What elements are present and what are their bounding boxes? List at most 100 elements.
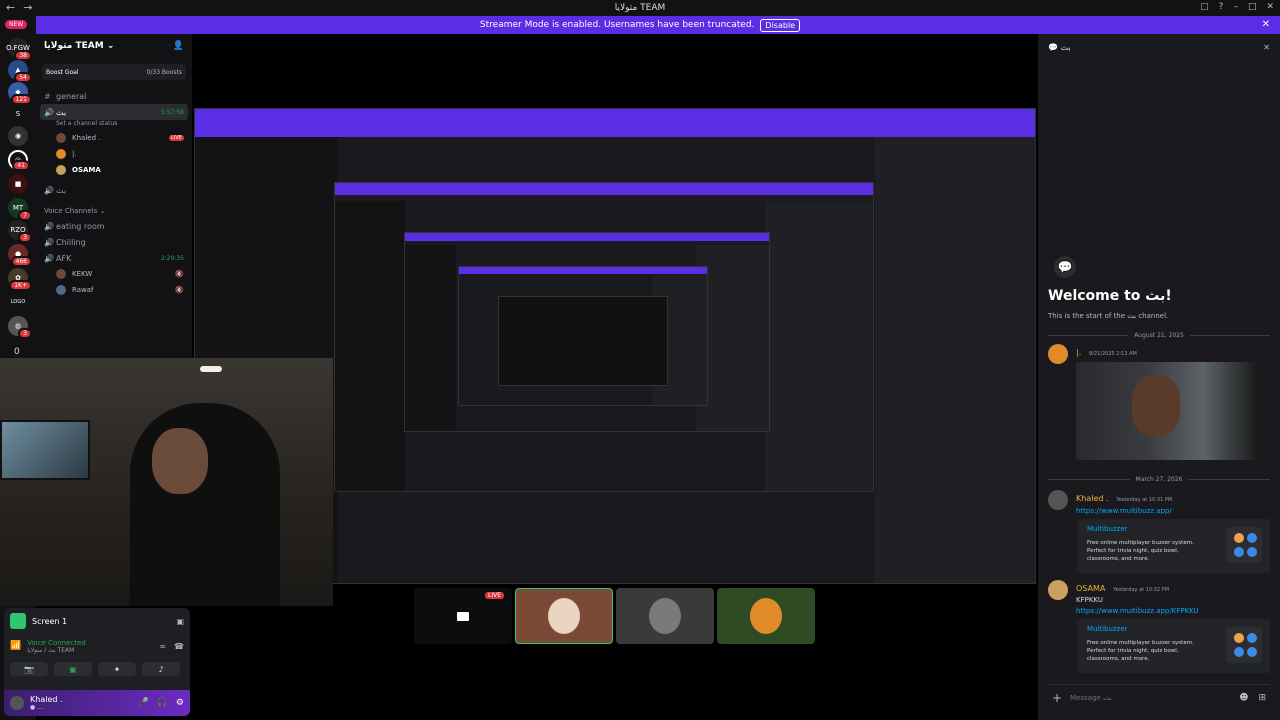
add-member-icon[interactable]: 👤: [173, 41, 184, 51]
message-author[interactable]: OSAMA: [1076, 584, 1105, 593]
voice-user[interactable]: Rawaf 🔇: [36, 282, 192, 298]
server-icon[interactable]: ◎41: [8, 150, 30, 171]
server-icon[interactable]: ✿ 1K+: [8, 268, 32, 291]
noise-suppression-icon[interactable]: ≈: [159, 642, 166, 651]
channel-sidebar: متولايا TEAM ⌄ 👤 Boost Goal 0/33 Boosts …: [36, 34, 192, 358]
screenshot-attachment[interactable]: [1076, 362, 1258, 460]
plus-icon[interactable]: +: [1052, 691, 1062, 705]
camera-button[interactable]: 📷: [10, 662, 48, 676]
voice-action-buttons: 📷 ▣ ✦ ♪: [4, 658, 190, 680]
apps-icon[interactable]: ⊞: [1258, 693, 1266, 703]
chevron-down-icon: ⌄: [103, 41, 115, 51]
close-icon[interactable]: ✕: [1263, 43, 1270, 52]
channel-active-voice[interactable]: 🔊 بث 5:57:56: [40, 104, 188, 120]
soundboard-button[interactable]: ♪: [142, 662, 180, 676]
server-icon[interactable]: ◍ 3: [8, 316, 32, 339]
server-icon[interactable]: ● 466: [8, 244, 32, 267]
avatar[interactable]: [1048, 344, 1068, 364]
screen-share-tile[interactable]: LIVE: [414, 588, 512, 644]
avatar[interactable]: [1048, 580, 1068, 600]
close-window-button[interactable]: ✕: [1266, 2, 1274, 12]
guild-name: متولايا TEAM: [44, 41, 104, 51]
gear-icon[interactable]: ⚙: [176, 698, 184, 708]
emoji-icon[interactable]: ☻: [1239, 693, 1248, 703]
message-link[interactable]: https://www.multibuzz.app/KFPKKU: [1076, 607, 1270, 615]
voice-user[interactable]: KEKW 🔇: [36, 266, 192, 282]
server-icon[interactable]: O.FGW 38: [6, 38, 32, 61]
channel-general[interactable]: # general: [36, 88, 192, 104]
streamer-head: [152, 428, 208, 494]
inbox-icon[interactable]: ▢: [1200, 2, 1209, 12]
minimize-button[interactable]: –: [1233, 2, 1238, 12]
disable-streamer-mode-button[interactable]: Disable: [760, 18, 801, 32]
microphone-icon[interactable]: 🎤: [137, 698, 148, 708]
headphones-icon[interactable]: 🎧: [157, 698, 168, 708]
muted-icon: 🔇: [175, 270, 184, 278]
avatar: [56, 285, 66, 295]
user-panel[interactable]: Khaled . ● ... 🎤 🎧 ⚙: [4, 690, 190, 716]
message-author[interactable]: Khaled .: [1076, 494, 1109, 503]
voice-connected-label[interactable]: Voice Connected: [27, 639, 86, 647]
voice-location[interactable]: بث / متولايا TEAM: [27, 647, 86, 654]
link-embed: Multibuzzer Free online multiplayer buzz…: [1076, 519, 1270, 573]
participant-tile[interactable]: [515, 588, 613, 644]
streamer-mode-banner: Streamer Mode is enabled. Usernames have…: [0, 16, 1280, 34]
server-icon[interactable]: S: [8, 104, 28, 124]
window-controls: ▢ ? – □ ✕: [1200, 2, 1274, 12]
muted-icon: 🔇: [175, 286, 184, 294]
category-voice-channels[interactable]: Voice Channels ⌄: [36, 204, 192, 218]
screen-label: Screen 1: [32, 616, 68, 626]
server-icon[interactable]: ◉: [8, 126, 28, 146]
voice-user[interactable]: OSAMA: [36, 162, 192, 178]
activities-button[interactable]: ✦: [98, 662, 136, 676]
embed-description: Free online multiplayer buzzer system. P…: [1087, 540, 1194, 562]
multibuzzer-logo: [1226, 527, 1262, 563]
speaker-icon: 🔊: [44, 185, 54, 195]
avatar: [750, 598, 782, 634]
channel-eating-room[interactable]: 🔊 eating room: [36, 218, 192, 234]
nested-banner: [405, 233, 769, 241]
channel-chilling[interactable]: 🔊 Chilling: [36, 234, 192, 250]
help-icon[interactable]: ?: [1219, 2, 1224, 12]
channel-voice[interactable]: 🔊 بث: [36, 182, 192, 198]
server-icon[interactable]: ◆ 121: [8, 82, 32, 105]
boost-count: 0/33 Boosts: [146, 68, 182, 76]
message-link[interactable]: https://www.multibuzz.app/: [1076, 507, 1270, 515]
voice-timer: 5:57:56: [160, 108, 184, 116]
server-icon[interactable]: RZQ 3: [8, 220, 32, 243]
participant-tile[interactable]: [717, 588, 815, 644]
boost-goal[interactable]: Boost Goal 0/33 Boosts: [42, 64, 186, 80]
avatar[interactable]: [1048, 490, 1068, 510]
maximize-button[interactable]: □: [1248, 2, 1257, 12]
close-icon[interactable]: ✕: [1262, 19, 1270, 30]
message-input[interactable]: + Message بث ☻ ⊞: [1048, 684, 1270, 710]
screen-share-row[interactable]: Screen 1 ▣: [4, 608, 190, 634]
mention-badge: 121: [10, 94, 32, 105]
screenshot-person: [1132, 376, 1180, 436]
server-icon[interactable]: ■: [8, 174, 28, 194]
guild-header[interactable]: متولايا TEAM ⌄ 👤: [36, 34, 192, 58]
nested-chat: [765, 201, 873, 491]
nested-sidebar: [405, 244, 456, 431]
server-icon[interactable]: MT 7: [8, 198, 32, 221]
avatar: [548, 598, 580, 634]
server-icon[interactable]: ▲ 54: [8, 60, 32, 83]
participant-tile[interactable]: [616, 588, 714, 644]
date-divider: March 27, 2026: [1048, 474, 1270, 484]
screen-share-button[interactable]: ▣: [54, 662, 92, 676]
avatar: [56, 165, 66, 175]
channel-afk[interactable]: 🔊 AFK 2:29:35: [36, 250, 192, 266]
multibuzzer-logo: [1226, 627, 1262, 663]
disconnect-icon[interactable]: ☎: [174, 642, 184, 651]
chevron-down-icon: ⌄: [97, 207, 106, 215]
chat-panel: 💬 بث ✕ 💬 Welcome to بث! This is the star…: [1038, 34, 1280, 720]
server-icon[interactable]: LOGO: [8, 292, 28, 312]
nested-sidebar: [335, 201, 405, 491]
stop-stream-icon[interactable]: ▣: [176, 617, 184, 626]
voice-user[interactable]: Khaled . LIVE: [36, 130, 192, 146]
channel-status[interactable]: Set a channel status: [36, 120, 192, 130]
voice-user[interactable]: |.: [36, 146, 192, 162]
message-author[interactable]: |.: [1076, 348, 1081, 357]
message-timestamp: 8/21/2025 2:13 AM: [1089, 351, 1137, 357]
mention-badge: 3: [18, 328, 32, 339]
